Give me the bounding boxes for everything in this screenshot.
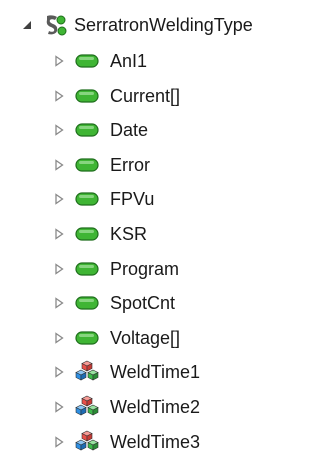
tree-node-label: WeldTime3	[110, 431, 201, 452]
tree-node-weldtime2[interactable]: WeldTime2	[52, 390, 200, 424]
tree-node-label: Error	[110, 154, 150, 175]
tree-node-label: KSR	[110, 224, 148, 244]
tree-node-serratron-welding-type[interactable]: SerratronWeldingType	[20, 8, 253, 42]
collapsed-arrow-icon[interactable]	[52, 296, 66, 310]
tree-node-current[interactable]: Current[]	[52, 79, 180, 113]
collapsed-arrow-icon[interactable]	[52, 365, 66, 379]
tree-node-error[interactable]: Error	[52, 148, 150, 182]
variable-icon	[74, 152, 100, 178]
tree-node-fpvu[interactable]: FPVu	[52, 182, 154, 216]
variable-icon	[74, 221, 100, 247]
tree-node-label: Voltage[]	[110, 327, 181, 348]
variable-icon	[74, 325, 100, 351]
tree-node-voltage[interactable]: Voltage[]	[52, 321, 180, 355]
variable-icon	[74, 48, 100, 74]
tree-node-label: Date	[110, 120, 149, 141]
tree-node-ani1[interactable]: AnI1	[52, 44, 147, 78]
structure-type-icon	[42, 12, 68, 38]
collapsed-arrow-icon[interactable]	[52, 192, 66, 206]
collapsed-arrow-icon[interactable]	[52, 54, 66, 68]
tree-node-date[interactable]: Date	[52, 113, 148, 147]
collapsed-arrow-icon[interactable]	[52, 435, 66, 449]
collapsed-arrow-icon[interactable]	[52, 227, 66, 241]
tree-node-weldtime3[interactable]: WeldTime3	[52, 425, 200, 459]
variable-icon	[74, 117, 100, 143]
collapsed-arrow-icon[interactable]	[52, 400, 66, 414]
expanded-arrow-icon[interactable]	[20, 18, 34, 32]
collapsed-arrow-icon[interactable]	[52, 89, 66, 103]
tree-node-label: SpotCnt	[110, 293, 176, 314]
tree-node-label: AnI1	[110, 51, 148, 71]
tree-node-weldtime1[interactable]: WeldTime1	[52, 355, 200, 389]
tree-node-label: Current[]	[110, 85, 181, 106]
tree-node-label: FPVu	[110, 189, 155, 210]
tree-view: SerratronWeldingType AnI1 Current[] Date Er…	[0, 0, 312, 472]
variable-icon	[74, 186, 100, 212]
tree-node-label: WeldTime1	[110, 362, 201, 383]
collapsed-arrow-icon[interactable]	[52, 331, 66, 345]
variable-icon	[74, 256, 100, 282]
collapsed-arrow-icon[interactable]	[52, 158, 66, 172]
tree-node-label: SerratronWeldingType	[74, 15, 253, 35]
tree-node-ksr[interactable]: KSR	[52, 217, 147, 251]
tree-node-label: Program	[110, 258, 180, 279]
variable-icon	[74, 290, 100, 316]
variable-icon	[74, 83, 100, 109]
tree-node-label: WeldTime2	[110, 397, 201, 417]
tree-node-program[interactable]: Program	[52, 252, 179, 286]
collapsed-arrow-icon[interactable]	[52, 262, 66, 276]
object-type-icon	[74, 429, 100, 455]
object-type-icon	[74, 394, 100, 420]
tree-node-spotcnt[interactable]: SpotCnt	[52, 286, 175, 320]
collapsed-arrow-icon[interactable]	[52, 123, 66, 137]
object-type-icon	[74, 359, 100, 385]
